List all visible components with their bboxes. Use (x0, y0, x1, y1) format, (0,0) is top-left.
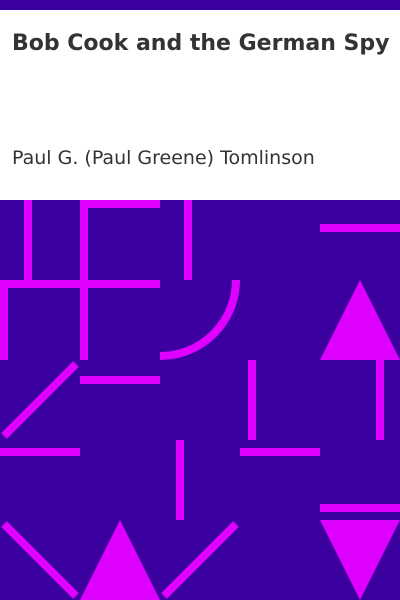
pattern-bar (80, 376, 160, 384)
pattern-bar (184, 200, 192, 280)
pattern-bar (24, 200, 32, 280)
book-author: Paul G. (Paul Greene) Tomlinson (12, 147, 315, 169)
pattern-bar (176, 440, 184, 520)
pattern-bar (248, 360, 256, 440)
cover-pattern (0, 200, 400, 600)
pattern-bar (320, 224, 400, 232)
pattern-bar (80, 200, 160, 208)
pattern-bar (0, 280, 8, 360)
pattern-bar (320, 504, 400, 512)
pattern-bar (0, 448, 80, 456)
pattern-bar (376, 360, 384, 440)
pattern-bar (240, 448, 320, 456)
book-cover: Bob Cook and the German Spy Paul G. (Pau… (0, 0, 400, 600)
top-color-bar (0, 0, 400, 10)
pattern-bar (80, 280, 88, 360)
book-title: Bob Cook and the German Spy (12, 31, 390, 56)
